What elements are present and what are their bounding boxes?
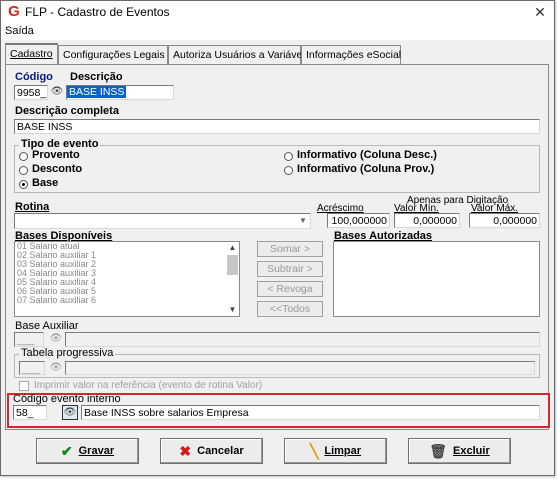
somar-button[interactable]: Somar > — [257, 241, 323, 257]
acrescimo-input[interactable]: 100,000000 — [327, 213, 390, 228]
scroll-down-icon[interactable]: ▼ — [226, 304, 239, 316]
excluir-button[interactable]: 🗑 Excluir — [408, 438, 511, 464]
descricao-completa-label: Descrição completa — [15, 105, 119, 117]
codigo-evento-interno-input[interactable]: 58_ — [13, 405, 47, 420]
cancelar-button[interactable]: ✖ Cancelar — [160, 438, 263, 464]
tab-informacoes-esocial[interactable]: Informações eSocial — [301, 45, 401, 65]
binoculars-icon[interactable]: 👁 — [48, 361, 64, 376]
radio-desconto-label: Desconto — [32, 163, 83, 175]
base-auxiliar-label: Base Auxiliar — [15, 320, 79, 332]
tipo-evento-group — [14, 145, 540, 193]
dropdown-arrow-icon[interactable]: ▼ — [296, 214, 310, 228]
trash-icon: 🗑 — [429, 443, 448, 460]
radio-base[interactable] — [19, 180, 28, 189]
base-auxiliar-desc-input[interactable] — [65, 332, 540, 347]
todos-button[interactable]: <<Todos — [257, 301, 323, 317]
close-icon[interactable]: ✕ — [529, 3, 551, 21]
radio-provento[interactable] — [19, 152, 28, 161]
rotina-label: Rotina — [15, 201, 50, 213]
tabela-progressiva-desc-input[interactable] — [65, 361, 535, 375]
list-item[interactable]: 07 Salario auxiliar 6 — [15, 296, 239, 305]
tab-cadastro[interactable]: Cadastro — [5, 43, 58, 65]
descricao-label: Descrição — [70, 71, 123, 83]
title-bar: G FLP - Cadastro de Eventos ✕ — [1, 1, 554, 23]
binoculars-icon[interactable]: 👁 — [49, 85, 65, 100]
app-logo-icon: G — [8, 3, 20, 20]
bases-disponiveis-list[interactable]: 01 Salario atual 02 Salario auxiliar 1 0… — [14, 241, 240, 317]
imprimir-checkbox[interactable] — [19, 381, 29, 391]
codigo-evento-interno-desc-input[interactable]: Base INSS sobre salarios Empresa — [81, 405, 540, 420]
radio-provento-label: Provento — [32, 149, 80, 161]
event-registration-window: G FLP - Cadastro de Eventos ✕ Saída Cada… — [0, 0, 555, 476]
codigo-label: Código — [15, 71, 53, 83]
tabela-progressiva-title: Tabela progressiva — [19, 347, 116, 359]
scrollbar-thumb[interactable] — [227, 255, 238, 275]
base-auxiliar-code-input[interactable]: ___ — [14, 332, 44, 347]
limpar-button[interactable]: ╲ Limpar — [284, 438, 387, 464]
valor-min-input[interactable]: 0,000000 — [394, 213, 460, 228]
radio-informativo-desc-label: Informativo (Coluna Desc.) — [297, 149, 437, 161]
radio-informativo-prov-label: Informativo (Coluna Prov.) — [297, 163, 435, 175]
menu-item-saida[interactable]: Saída — [5, 25, 34, 37]
radio-informativo-prov[interactable] — [284, 166, 293, 175]
descricao-completa-input[interactable]: BASE INSS — [14, 119, 540, 134]
descricao-input[interactable]: BASE INSS — [66, 85, 174, 100]
imprimir-label: Imprimir valor na referência (evento de … — [34, 380, 263, 391]
revoga-button[interactable]: < Revoga — [257, 281, 323, 297]
valor-max-input[interactable]: 0,000000 — [469, 213, 540, 228]
codigo-evento-interno-label: Código evento interno — [13, 393, 121, 405]
tab-autoriza-usuarios[interactable]: Autoriza Usuários a Variáveis — [168, 45, 310, 65]
x-icon: ✖ — [179, 443, 192, 460]
broom-icon: ╲ — [309, 443, 319, 460]
binoculars-icon[interactable]: 👁 — [62, 405, 78, 420]
checkmark-icon: ✔ — [60, 443, 73, 460]
tabela-progressiva-code-input[interactable]: ___ — [19, 361, 45, 375]
menu-bar: Saída — [1, 23, 554, 40]
radio-informativo-desc[interactable] — [284, 152, 293, 161]
radio-desconto[interactable] — [19, 166, 28, 175]
gravar-button[interactable]: ✔ Gravar — [36, 438, 139, 464]
tab-configuracoes-legais[interactable]: Configurações Legais — [58, 45, 168, 65]
bases-autorizadas-list[interactable] — [333, 241, 540, 317]
rotina-select[interactable] — [14, 213, 311, 229]
subtrair-button[interactable]: Subtrair > — [257, 261, 323, 277]
binoculars-icon[interactable]: 👁 — [48, 332, 64, 347]
window-title: FLP - Cadastro de Eventos — [25, 5, 170, 19]
codigo-input[interactable]: 9958_ — [14, 85, 48, 100]
radio-base-label: Base — [32, 177, 59, 189]
scroll-up-icon[interactable]: ▲ — [226, 242, 239, 254]
